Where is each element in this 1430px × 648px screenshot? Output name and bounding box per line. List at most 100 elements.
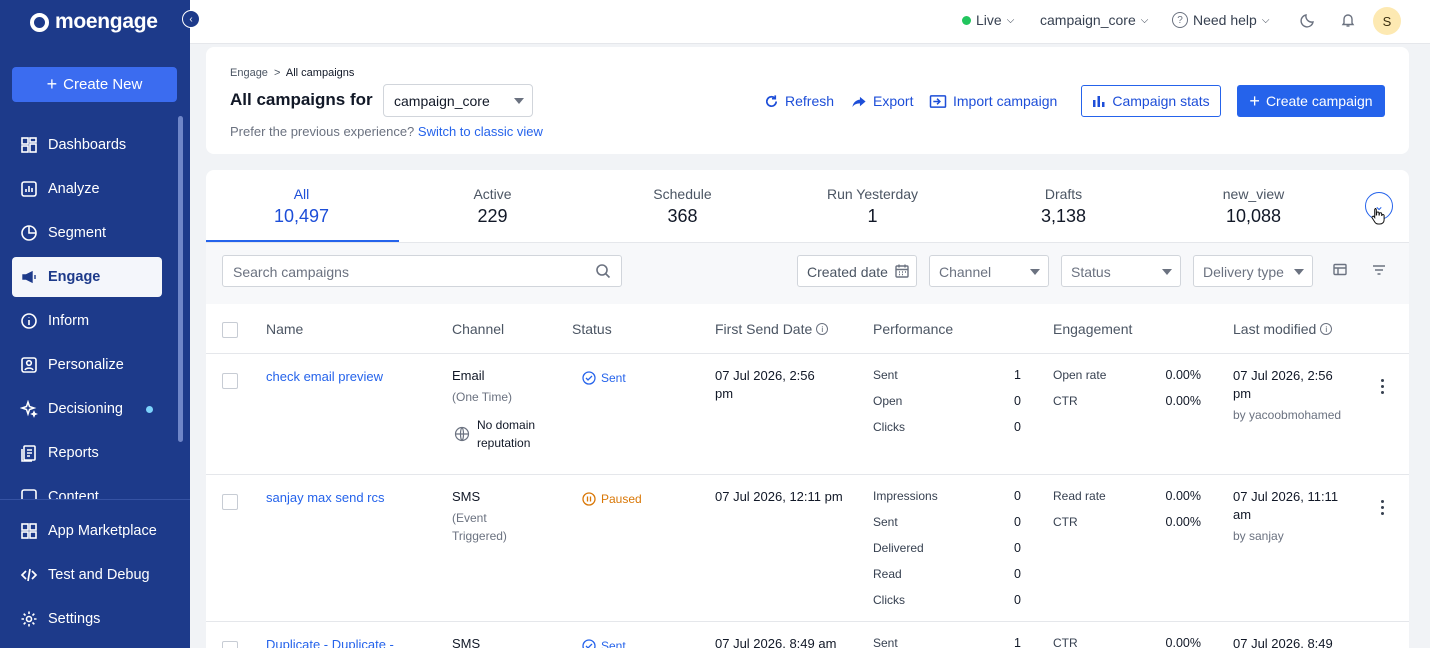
tab-run-yesterday[interactable]: Run Yesterday 1 bbox=[777, 186, 968, 227]
column-first-send-date[interactable]: First Send Date i bbox=[715, 321, 829, 337]
app-select[interactable]: campaign_core bbox=[383, 84, 533, 117]
sidebar-item-settings[interactable]: Settings bbox=[12, 599, 162, 639]
code-icon bbox=[20, 566, 38, 584]
sidebar-item-segment[interactable]: Segment bbox=[12, 213, 162, 253]
column-name[interactable]: Name bbox=[266, 321, 303, 337]
pause-circle-icon bbox=[582, 492, 596, 506]
caret-down-icon bbox=[514, 98, 524, 104]
classic-view-prompt: Prefer the previous experience? Switch t… bbox=[230, 124, 543, 139]
column-last-modified[interactable]: Last modified i bbox=[1233, 321, 1333, 337]
engagement-value: 0.00% bbox=[1165, 515, 1201, 529]
person-icon bbox=[20, 356, 38, 374]
page-title: All campaigns for bbox=[230, 90, 373, 109]
status-filter[interactable]: Status bbox=[1061, 255, 1181, 287]
moengage-logo-icon bbox=[30, 12, 49, 32]
export-button[interactable]: Export bbox=[851, 93, 913, 109]
globe-icon bbox=[454, 426, 470, 445]
sidebar-item-inform[interactable]: Inform bbox=[12, 301, 162, 341]
sidebar-item-test-and-debug[interactable]: Test and Debug bbox=[12, 555, 162, 595]
campaign-channel: SMS bbox=[452, 636, 481, 648]
last-modified: 07 Jul 2026, 8:49 bbox=[1233, 636, 1333, 648]
status-badge: Sent bbox=[582, 637, 626, 648]
sidebar-item-app-marketplace[interactable]: App Marketplace bbox=[12, 511, 162, 551]
breadcrumb-engage[interactable]: Engage bbox=[230, 67, 268, 79]
row-actions-menu[interactable] bbox=[1381, 500, 1385, 516]
dark-mode-toggle[interactable] bbox=[1300, 12, 1316, 28]
perf-label: Sent bbox=[873, 368, 898, 382]
perf-label: Clicks bbox=[873, 593, 905, 607]
brand-logo[interactable]: moengage bbox=[30, 10, 158, 34]
environment-selector[interactable]: Live ⌵ bbox=[962, 12, 1014, 28]
grid-icon bbox=[20, 522, 38, 540]
brand-name: moengage bbox=[55, 10, 158, 33]
breadcrumb-current: All campaigns bbox=[285, 67, 355, 79]
engagement-value: 0.00% bbox=[1165, 489, 1201, 503]
tab-drafts[interactable]: Drafts 3,138 bbox=[968, 186, 1159, 227]
delivery-type-filter[interactable]: Delivery type bbox=[1193, 255, 1313, 287]
sidebar-scrollbar[interactable] bbox=[178, 116, 183, 442]
engagement-value: 0.00% bbox=[1165, 636, 1201, 648]
bar-chart-icon bbox=[1093, 96, 1105, 107]
campaign-name-link[interactable]: Duplicate - Duplicate - bbox=[266, 636, 394, 648]
domain-reputation-note: No domain reputation bbox=[477, 418, 536, 450]
tab-active[interactable]: Active 229 bbox=[397, 186, 588, 227]
perf-label: Impressions bbox=[873, 489, 938, 503]
campaign-name-link[interactable]: check email preview bbox=[266, 368, 383, 386]
refresh-icon bbox=[766, 94, 778, 107]
switch-classic-view-link[interactable]: Switch to classic view bbox=[418, 124, 543, 139]
first-send-date: 07 Jul 2026, 2:56 pm bbox=[715, 368, 815, 401]
info-icon: i bbox=[1320, 323, 1333, 335]
engagement-label: Read rate bbox=[1053, 489, 1106, 503]
caret-down-icon bbox=[1162, 269, 1172, 275]
help-icon: ? bbox=[1172, 12, 1188, 28]
column-settings-icon[interactable] bbox=[1332, 262, 1348, 278]
import-campaign-button[interactable]: Import campaign bbox=[929, 93, 1057, 109]
sidebar-item-reports[interactable]: Reports bbox=[12, 433, 162, 473]
caret-down-icon bbox=[1294, 269, 1304, 275]
sidebar-item-analyze[interactable]: Analyze bbox=[12, 169, 162, 209]
user-avatar[interactable]: S bbox=[1373, 7, 1401, 35]
megaphone-icon bbox=[20, 268, 38, 286]
channel-filter[interactable]: Channel bbox=[929, 255, 1049, 287]
campaign-channel: SMS bbox=[452, 489, 481, 504]
engagement-label: CTR bbox=[1053, 394, 1078, 408]
check-circle-icon bbox=[582, 639, 596, 648]
created-date-filter[interactable]: Created date bbox=[797, 255, 917, 287]
create-new-button[interactable]: + Create New bbox=[12, 67, 177, 102]
perf-value: 0 bbox=[1014, 593, 1021, 607]
help-menu[interactable]: ? Need help ⌵ bbox=[1172, 12, 1269, 28]
tab-all[interactable]: All 10,497 bbox=[206, 186, 397, 227]
campaign-stats-button[interactable]: Campaign stats bbox=[1081, 85, 1221, 117]
row-checkbox[interactable] bbox=[222, 494, 238, 510]
sidebar-divider bbox=[0, 499, 190, 500]
status-badge: Sent bbox=[582, 369, 626, 387]
hand-cursor-icon bbox=[1371, 208, 1385, 225]
engagement-label: Open rate bbox=[1053, 368, 1107, 382]
workspace-selector[interactable]: campaign_core ⌵ bbox=[1040, 12, 1148, 28]
tab-schedule[interactable]: Schedule 368 bbox=[587, 186, 778, 227]
last-modified: 07 Jul 2026, 11:11 am bbox=[1233, 489, 1339, 522]
row-checkbox[interactable] bbox=[222, 641, 238, 648]
sidebar-item-personalize[interactable]: Personalize bbox=[12, 345, 162, 385]
filter-icon[interactable] bbox=[1371, 262, 1387, 278]
create-campaign-button[interactable]: + Create campaign bbox=[1237, 85, 1385, 117]
sidebar-item-engage[interactable]: Engage bbox=[12, 257, 162, 297]
refresh-button[interactable]: Refresh bbox=[764, 93, 834, 109]
perf-value: 0 bbox=[1014, 515, 1021, 529]
tab-new-view[interactable]: new_view 10,088 bbox=[1158, 186, 1349, 227]
sidebar-item-decisioning[interactable]: Decisioning bbox=[12, 389, 162, 429]
pie-icon bbox=[20, 224, 38, 242]
report-icon bbox=[20, 444, 38, 462]
info-icon bbox=[20, 312, 38, 330]
select-all-checkbox[interactable] bbox=[222, 322, 238, 338]
campaign-name-link[interactable]: sanjay max send rcs bbox=[266, 489, 385, 507]
sidebar-item-dashboards[interactable]: Dashboards bbox=[12, 125, 162, 165]
row-actions-menu[interactable] bbox=[1381, 379, 1385, 395]
notifications-button[interactable] bbox=[1340, 12, 1356, 28]
search-input[interactable]: Search campaigns bbox=[222, 255, 622, 287]
collapse-sidebar-button[interactable]: ‹ bbox=[182, 10, 200, 28]
top-bar: Live ⌵ campaign_core ⌵ ? Need help ⌵ S bbox=[190, 0, 1430, 44]
plus-icon: + bbox=[1249, 90, 1260, 111]
row-checkbox[interactable] bbox=[222, 373, 238, 389]
moon-icon bbox=[1300, 14, 1314, 28]
